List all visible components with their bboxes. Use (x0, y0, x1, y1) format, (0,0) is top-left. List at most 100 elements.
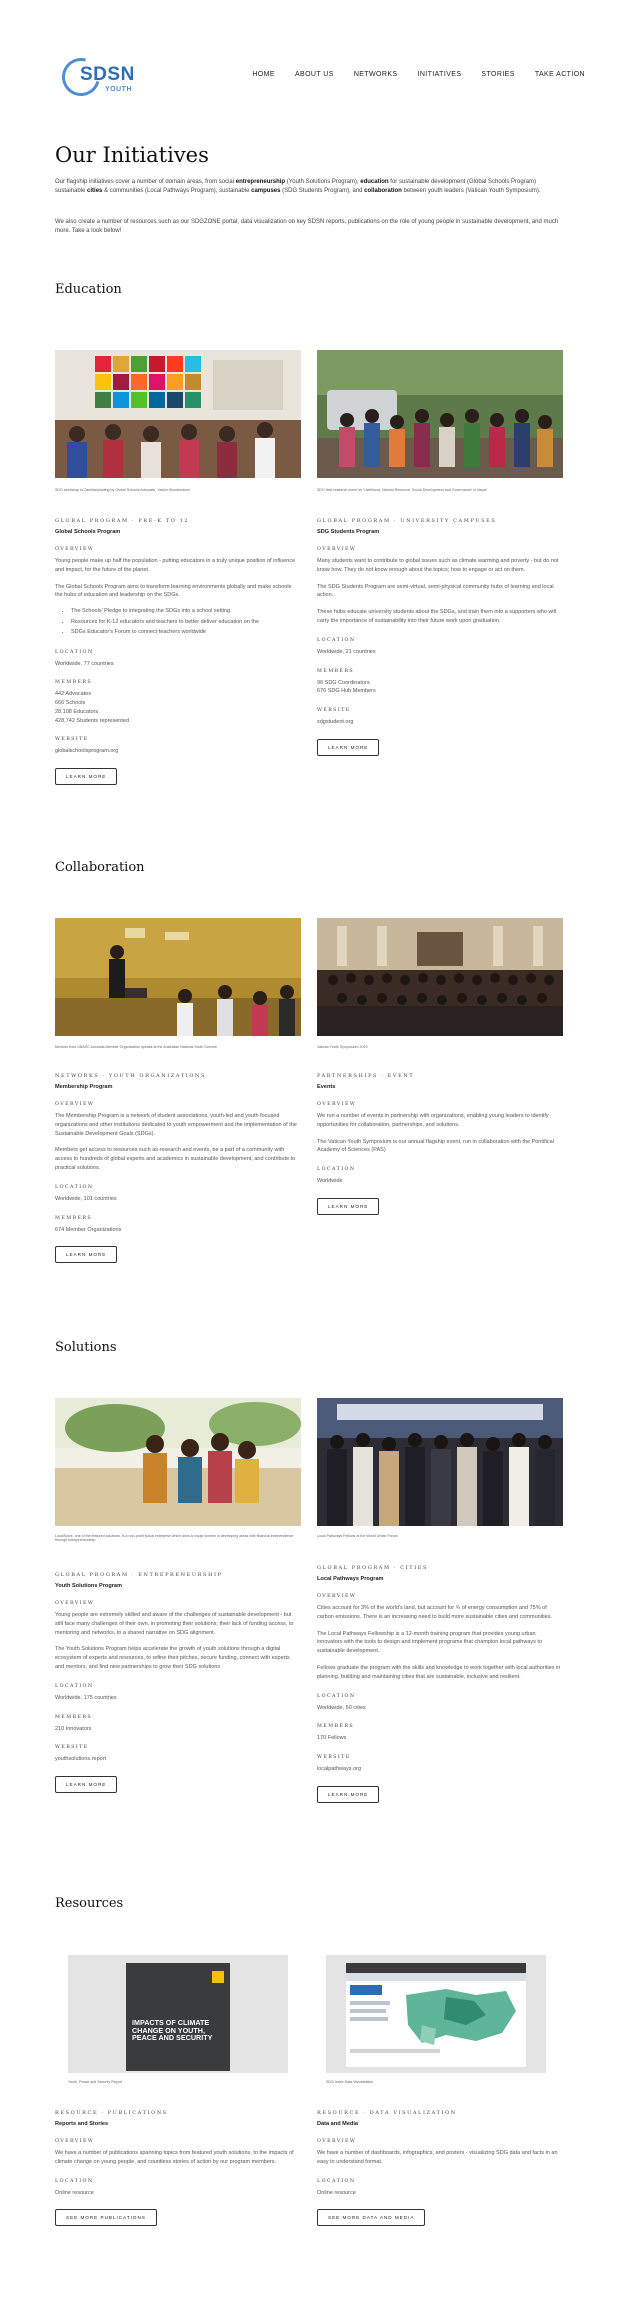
learn-more-button[interactable]: LEARN MORE (317, 1197, 380, 1215)
program-name: Data and Media (317, 2121, 359, 2127)
location-value: Worldwide, 50 cities (317, 1704, 366, 1711)
members-item: 666 Schools (55, 700, 86, 707)
location-label: LOCATION (317, 2178, 356, 2184)
solutions-photo-local-pathways (317, 1398, 563, 1526)
program-category: GLOBAL PROGRAM · CITIES (317, 1565, 429, 1571)
overview-text: We run a number of events in partnership… (317, 1113, 549, 1128)
website-link[interactable]: globalschoolsprogram.org (55, 747, 300, 756)
program-name: SDG Students Program (317, 529, 380, 535)
website-label: WEBSITE (317, 708, 351, 714)
nav-initiatives[interactable]: INITIATIVES (417, 71, 461, 78)
resource-publications: RESOURCE · PUBLICATIONS Reports and Stor… (55, 2110, 300, 2227)
nav-stories[interactable]: STORIES (481, 71, 514, 78)
members-item: 442 Advocates (55, 691, 92, 698)
program-local-pathways: GLOBAL PROGRAM · CITIES Local Pathways P… (317, 1565, 562, 1803)
members-item: 96 SDG Coordinators (317, 679, 370, 686)
photo-caption: Youth, Peace and Security Report (68, 2080, 123, 2084)
location-value: Worldwide, 77 countries (55, 660, 114, 667)
overview-text: Cities account for 3% of the world's lan… (317, 1605, 552, 1620)
nav-take-action[interactable]: TAKE ACTION (535, 71, 585, 78)
main-nav: HOME ABOUT US NETWORKS INITIATIVES STORI… (232, 71, 585, 78)
overview-text: Young people make up half the population… (55, 558, 296, 573)
photo-caption: Local Pathways Fellows at the World Urba… (317, 1534, 398, 1538)
location-label: LOCATION (55, 2178, 94, 2184)
overview-label: OVERVIEW (55, 547, 95, 552)
location-value: Worldwide, 21 countries (317, 648, 376, 655)
program-name: Reports and Stories (55, 2121, 109, 2127)
location-value: Online resource (317, 2189, 356, 2196)
location-label: LOCATION (55, 1683, 94, 1689)
members-label: MEMBERS (317, 1724, 355, 1730)
education-photo-students (55, 350, 301, 478)
list-item: The Schools' Pledge to integrating the S… (71, 606, 300, 616)
members-label: MEMBERS (317, 668, 355, 674)
intro-paragraph-1: Our flagship initiatives cover a number … (55, 178, 565, 197)
logo-subtext: YOUTH (105, 86, 132, 93)
photo-caption: SDG Index Data Visualization (326, 2080, 374, 2084)
website-link[interactable]: youthsolutions.report (55, 1755, 300, 1764)
overview-text: The Global Schools Program aims to trans… (55, 583, 292, 599)
members-label: MEMBERS (55, 1215, 93, 1221)
overview-label: OVERVIEW (55, 1601, 95, 1606)
program-category: PARTNERSHIPS · EVENT (317, 1073, 415, 1079)
page: SDSN YOUTH HOME ABOUT US NETWORKS INITIA… (0, 0, 621, 2324)
overview-label: OVERVIEW (317, 547, 357, 552)
learn-more-button[interactable]: LEARN MORE (317, 1785, 380, 1803)
intro-text: between youth leaders (Vatican Youth Sym… (401, 188, 541, 195)
solutions-photo-localsolve (55, 1398, 301, 1526)
learn-more-button[interactable]: LEARN MORE (55, 768, 118, 786)
intro-text: Our flagship initiatives cover a number … (55, 179, 236, 185)
website-link[interactable]: localpathways.org (317, 1765, 562, 1774)
intro-text: (Youth Solutions Program), (285, 179, 361, 185)
see-more-publications-button[interactable]: SEE MORE PUBLICATIONS (55, 2209, 157, 2227)
photo-caption: Mentors from UNASC Australia Member Orga… (55, 1045, 217, 1049)
photo-caption: SDG workshop in Zambia/planting by Globa… (55, 488, 191, 492)
location-label: LOCATION (317, 1693, 356, 1699)
website-label: WEBSITE (55, 737, 89, 743)
nav-home[interactable]: HOME (252, 71, 275, 78)
location-value: Worldwide, 101 countries (55, 1195, 117, 1202)
sdsn-youth-logo[interactable]: SDSN YOUTH (55, 51, 142, 103)
photo-caption: LocalSolve, one of the featured solution… (55, 1534, 294, 1542)
members-item: 210 Innovators (55, 1725, 92, 1732)
program-name: Youth Solutions Program (55, 1583, 123, 1589)
section-title-collaboration: Collaboration (55, 860, 145, 875)
members-label: MEMBERS (55, 680, 93, 686)
program-category: GLOBAL PROGRAM · PRE-K TO 12 (55, 518, 190, 524)
nav-networks[interactable]: NETWORKS (354, 71, 398, 78)
website-label: WEBSITE (55, 1745, 89, 1751)
location-value: Worldwide, 175 countries (55, 1694, 117, 1701)
overview-text: These hubs educate university students a… (317, 609, 557, 624)
members-item: 28,108 Educators (55, 708, 99, 715)
location-value: Worldwide (317, 1178, 343, 1185)
program-sdg-students: GLOBAL PROGRAM · UNIVERSITY CAMPUSES SDG… (317, 518, 562, 756)
nav-about-us[interactable]: ABOUT US (295, 71, 334, 78)
resource-data-viz (326, 1955, 546, 2073)
overview-text: The Vatican Youth Symposium is our annua… (317, 1138, 554, 1154)
section-title-resources: Resources (55, 1896, 124, 1911)
overview-text: Many students want to contribute to glob… (317, 558, 559, 573)
program-category: GLOBAL PROGRAM · ENTREPRENEURSHIP (55, 1572, 223, 1578)
collaboration-photo-summit (55, 918, 301, 1036)
learn-more-button[interactable]: LEARN MORE (55, 1246, 118, 1264)
overview-label: OVERVIEW (55, 1102, 95, 1107)
members-item: 674 Member Organizations (55, 1226, 122, 1233)
program-name: Events (317, 1084, 336, 1090)
intro-keyword: education (360, 179, 389, 185)
report-book: IMPACTS OF CLIMATE CHANGE ON YOUTH, PEAC… (126, 1963, 230, 2071)
location-label: LOCATION (55, 649, 94, 655)
members-list: 442 Advocates 666 Schools 28,108 Educato… (55, 690, 300, 725)
learn-more-button[interactable]: LEARN MORE (55, 1776, 118, 1794)
learn-more-button[interactable]: LEARN MORE (317, 738, 380, 756)
website-link[interactable]: sdgstudent.org (317, 718, 562, 727)
see-more-data-button[interactable]: SEE MORE DATA AND MEDIA (317, 2209, 426, 2227)
program-name: Local Pathways Program (317, 1576, 384, 1582)
overview-text: The Local Pathways Fellowship is a 12-mo… (317, 1630, 543, 1655)
intro-keyword: entrepreneurship (235, 179, 286, 185)
members-list: 96 SDG Coordinators 676 SDG Hub Members (317, 679, 562, 697)
program-events: PARTNERSHIPS · EVENT Events OVERVIEW We … (317, 1073, 562, 1215)
program-category: NETWORKS · YOUTH ORGANIZATIONS (55, 1073, 207, 1079)
list-item: SDGs Educator's Forum to connect teacher… (71, 627, 300, 637)
program-name: Global Schools Program (55, 529, 121, 535)
overview-text: The SDG Students Program are semi-virtua… (317, 583, 554, 599)
